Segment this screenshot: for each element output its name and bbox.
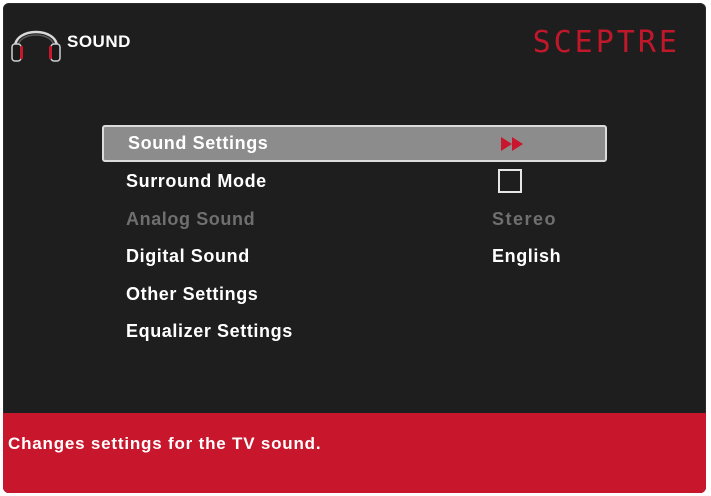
menu-item-label: Other Settings [126,283,259,304]
menu-item-other-settings[interactable]: Other Settings [102,277,607,315]
digital-sound-value: English [492,246,562,266]
menu-item-analog-sound: Analog Sound Stereo [102,202,607,240]
menu-item-surround-mode[interactable]: Surround Mode [102,164,607,202]
menu-item-label: Digital Sound [126,246,250,266]
page-title: SOUND [67,32,131,51]
tv-menu-screen: SOUND SCEPTRE Sound Settings Surround Mo… [3,3,706,493]
menu-item-label: Equalizer Settings [126,321,293,341]
analog-sound-value: Stereo [492,208,558,229]
help-text: Changes settings for the TV sound. [8,434,322,453]
double-arrow-right-icon [501,137,523,151]
menu-item-digital-sound[interactable]: Digital Sound English [102,239,607,277]
menu-header: SOUND SCEPTRE [3,3,706,81]
menu-item-equalizer-settings[interactable]: Equalizer Settings [102,314,607,352]
menu-item-label: Sound Settings [128,133,269,153]
menu-item-label: Surround Mode [126,171,267,191]
menu-item-label: Analog Sound [126,208,256,229]
menu-item-sound-settings[interactable]: Sound Settings [102,125,607,162]
sound-menu: Sound Settings Surround Mode Analog Soun… [102,125,607,352]
headphones-icon [11,30,61,62]
surround-mode-checkbox[interactable] [498,169,522,193]
help-bar: Changes settings for the TV sound. [3,413,706,493]
brand-logo: SCEPTRE [532,25,680,60]
